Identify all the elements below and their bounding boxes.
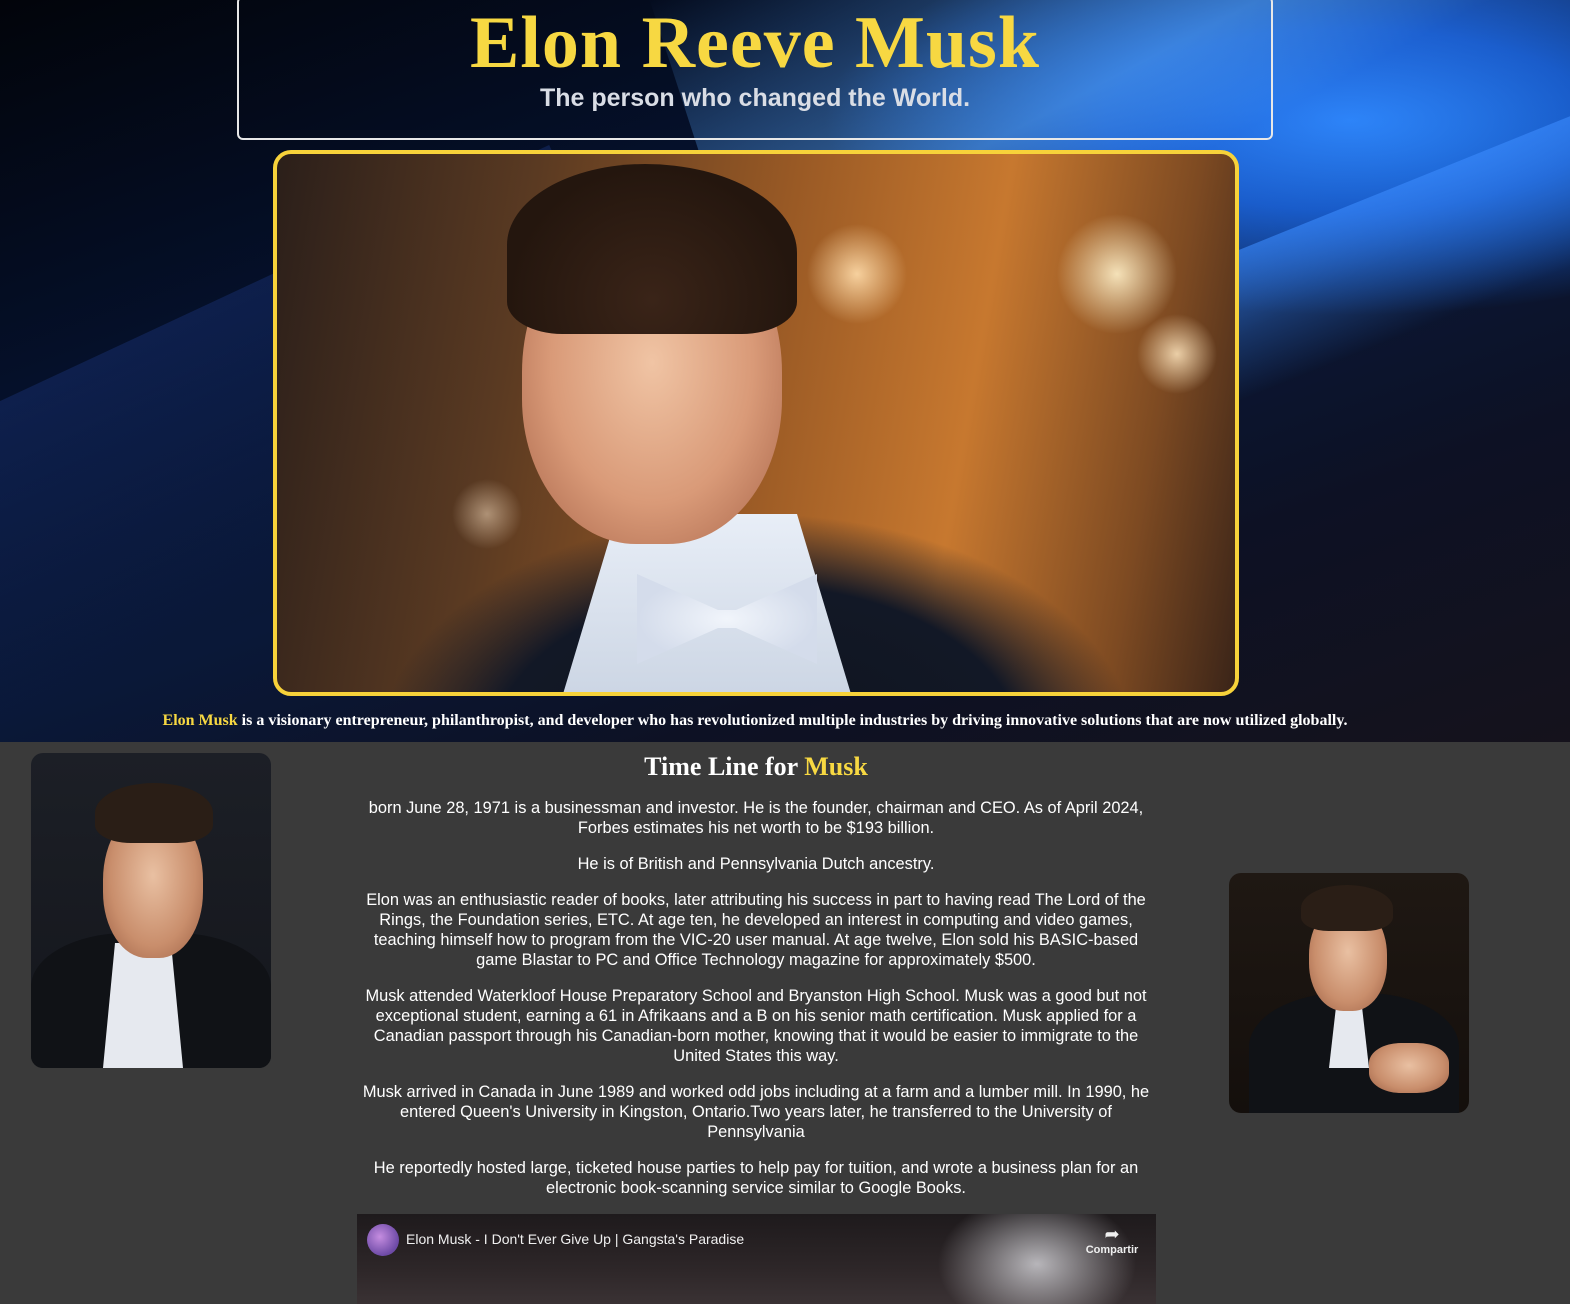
timeline-paragraph: He reportedly hosted large, ticketed hou…: [373, 1159, 1139, 1197]
share-label: Compartir: [1085, 1244, 1139, 1256]
hero-section: Elon Reeve Musk The person who changed t…: [0, 0, 1570, 742]
timeline-paragraph: Musk attended Waterkloof House Preparato…: [365, 987, 1147, 1065]
photo-hands: [1369, 1043, 1449, 1093]
photo-hair: [1301, 885, 1393, 931]
timeline-heading: Time Line for Musk: [355, 752, 1157, 782]
timeline-paragraph: born June 28, 1971 is a businessman and …: [368, 799, 1144, 837]
caption-text: is a visionary entrepreneur, philanthrop…: [237, 712, 1348, 729]
scrollbar-edge[interactable]: [1562, 0, 1570, 30]
timeline-paragraph: Elon was an enthusiastic reader of books…: [366, 891, 1146, 969]
share-button[interactable]: ➦ Compartir: [1084, 1224, 1140, 1256]
video-embed[interactable]: Elon Musk - I Don't Ever Give Up | Gangs…: [357, 1214, 1156, 1304]
timeline-heading-prefix: Time Line for: [644, 752, 805, 781]
portrait-photo-left: [31, 753, 271, 1068]
caption-highlight: Elon Musk: [162, 712, 238, 729]
channel-avatar[interactable]: [367, 1224, 399, 1256]
photo-hair: [507, 164, 797, 334]
share-arrow-icon: ➦: [1104, 1224, 1120, 1244]
photo-shirt: [103, 943, 183, 1068]
page-subtitle: The person who changed the World.: [539, 84, 971, 112]
timeline-heading-highlight: Musk: [804, 752, 868, 781]
timeline-paragraph: Musk arrived in Canada in June 1989 and …: [362, 1083, 1150, 1141]
portrait-photo-right: [1229, 873, 1469, 1113]
hero-caption: Elon Musk is a visionary entrepreneur, p…: [0, 712, 1510, 730]
hero-photo: [273, 150, 1239, 696]
page-title: Elon Reeve Musk: [470, 2, 1040, 84]
timeline-section: Time Line for Musk born June 28, 1971 is…: [355, 752, 1157, 1214]
timeline-paragraph: He is of British and Pennsylvania Dutch …: [577, 855, 935, 873]
video-title[interactable]: Elon Musk - I Don't Ever Give Up | Gangs…: [406, 1231, 744, 1247]
photo-hair: [95, 783, 213, 843]
title-box: Elon Reeve Musk The person who changed t…: [237, 0, 1273, 140]
